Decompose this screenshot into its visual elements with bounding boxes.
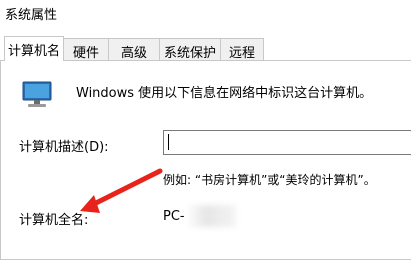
tab-system-protection[interactable]: 系统保护 [159, 38, 221, 61]
text-caret [168, 134, 169, 150]
tab-strip: 计算机名 硬件 高级 系统保护 远程 [0, 36, 411, 61]
window-title: 系统属性 [5, 8, 58, 23]
computer-description-input[interactable] [163, 130, 411, 155]
description-example-text: 例如: “书房计算机”或“美玲的计算机”。 [163, 173, 376, 187]
annotation-arrow-icon [80, 168, 163, 213]
tab-advanced[interactable]: 高级 [108, 38, 160, 61]
intro-text: Windows 使用以下信息在网络中标识这台计算机。 [76, 86, 373, 101]
computer-description-label: 计算机描述(D): [19, 140, 109, 155]
tab-remote[interactable]: 远程 [220, 38, 264, 61]
title-bar: 系统属性 [0, 0, 411, 30]
tab-computer-name[interactable]: 计算机名 [4, 36, 64, 61]
computer-icon [22, 81, 52, 107]
redacted-blur [186, 205, 236, 227]
tab-hardware[interactable]: 硬件 [63, 38, 109, 61]
